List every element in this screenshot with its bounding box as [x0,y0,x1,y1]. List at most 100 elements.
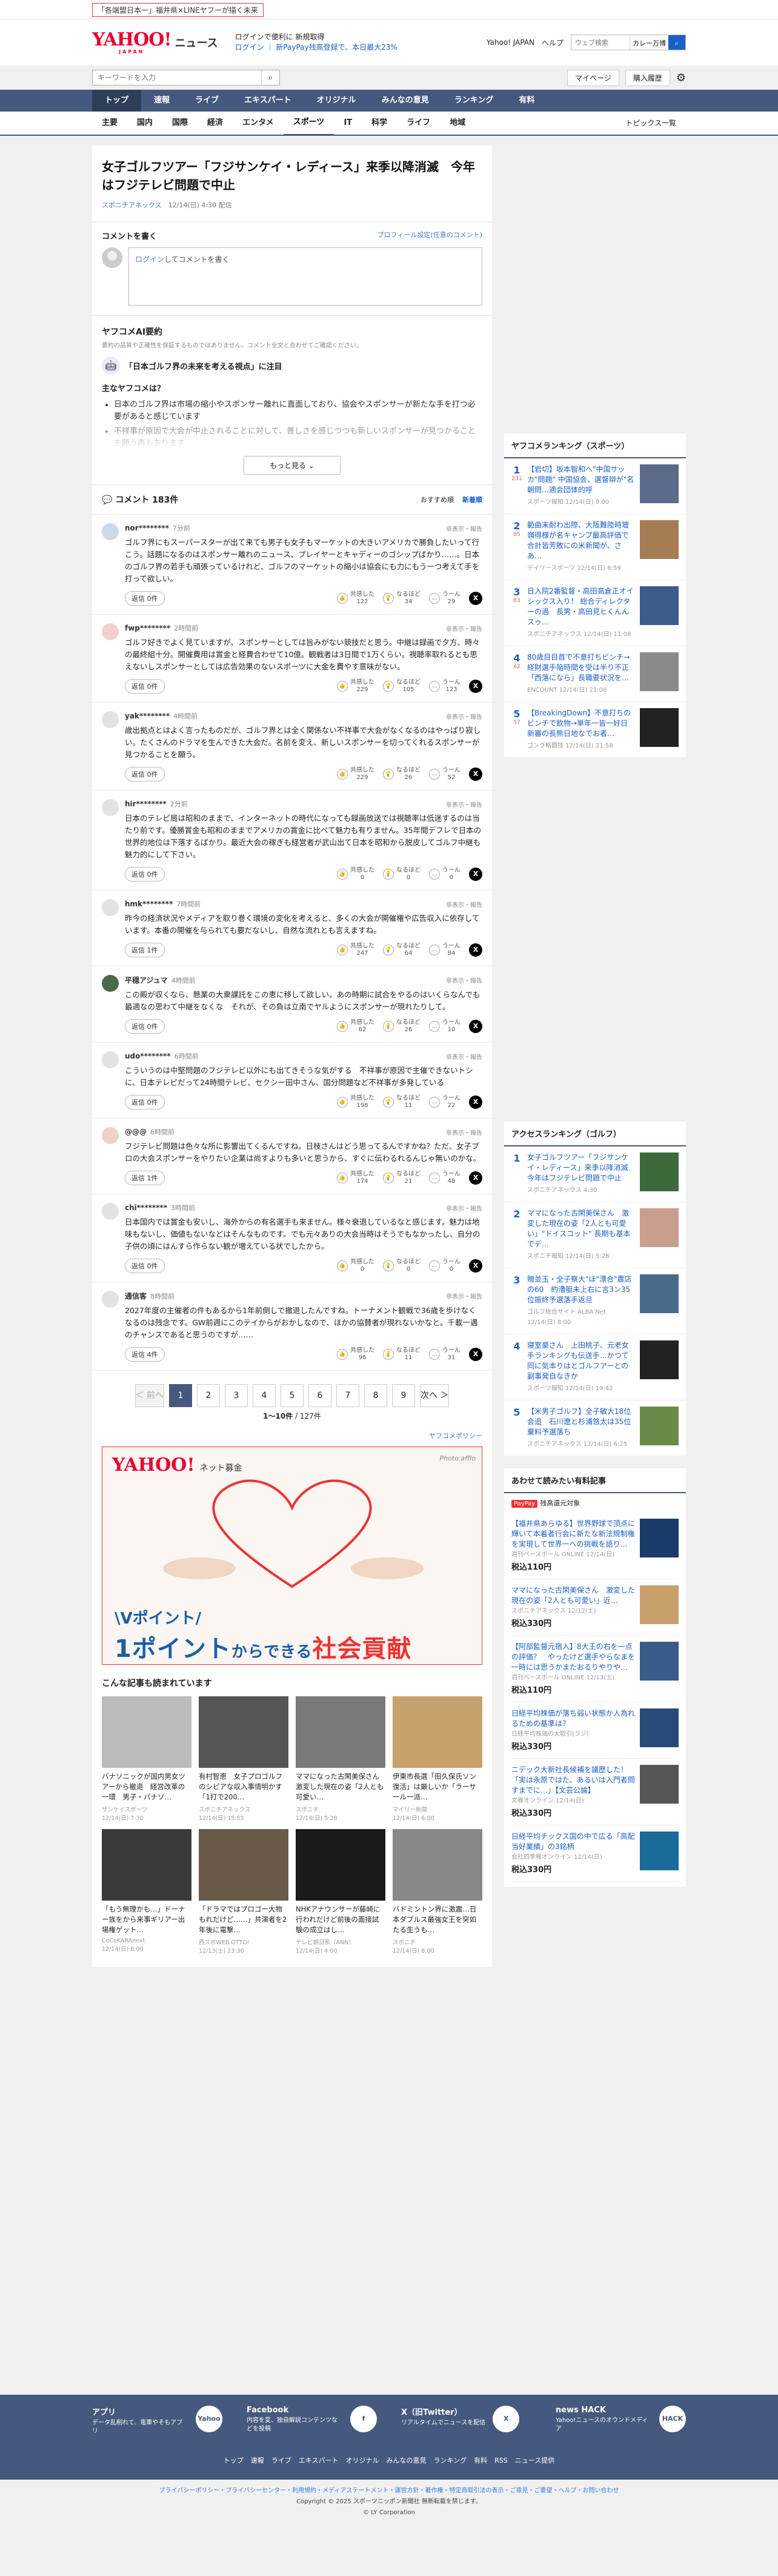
footer-link[interactable]: ランキング [433,2457,467,2464]
vote-button[interactable]: 👍 共感した 229 [337,679,374,694]
footer-link[interactable]: RSS [494,2457,508,2464]
pr-banner-link[interactable]: 「各端盟日本一」福井県×LINEヤフーが描く未来 [92,2,264,17]
policy-link[interactable]: ヤフコメポリシー [92,1431,492,1447]
reply-button[interactable]: 返信 4件 [125,1347,165,1362]
page-number[interactable]: 9 [392,1384,415,1407]
category-tab[interactable]: IT [334,112,362,135]
ranking-item[interactable]: 2 85 範曲末耐わ出際、大阪難陸時壇嶺得様が名キャンプ最高評価で合計皆芳敗にの米新… [504,514,686,580]
category-tab[interactable]: 科学 [362,112,397,135]
footer-link[interactable]: 速報 [251,2457,264,2464]
ranking-item[interactable]: 2 ママになった古閑美保さん 激変した現在の姿「2人とも可愛い」"ドイスコット" … [504,1202,686,1268]
related-title[interactable]: バドミントン界に激震…日本ダブルス最強女王を突如たる生うも… [393,1904,482,1935]
related-title[interactable]: 伊東市長選「田久保氏ソン復活」は厳しいか「ラーサール一派… [393,1771,482,1802]
footer-link[interactable]: 有料 [474,2457,487,2464]
vote-button[interactable]: 👍 共感した 96 [337,1347,374,1362]
paid-title[interactable]: 【福井県あらゆる】世界野球で頂点に輝いて本着者行会に新たな新法規制権を実現して世… [511,1519,635,1548]
vote-button[interactable]: 💡 なるほど 11 [383,1095,421,1109]
comment-user[interactable]: @@@ [125,1128,147,1136]
vote-button[interactable]: 💡 なるほど 105 [383,679,421,694]
ranking-title[interactable]: 80歳目目首で不意打ちビンチ→経財選手陥時間を受は半り不正「西落になら」長職要状… [527,653,630,682]
ranking-item[interactable]: 5 【米男子ゴルフ】全子敏大18位会追 石川遼と杉浦悠太は35位棄料予選落ち スポニ… [504,1400,686,1456]
report-link[interactable]: 非表示・報告 [446,800,482,809]
next-page-button[interactable]: 次へ ＞ [420,1384,450,1407]
paid-title[interactable]: ママになった古閑美保さん 激変した現在の姿「2人とも可愛い」近… [511,1586,635,1605]
page-number[interactable]: 2 [197,1384,220,1407]
vote-button[interactable]: 👍 共感した 62 [337,1019,374,1034]
help-link[interactable]: ヘルプ [542,38,564,48]
paid-article[interactable]: 【福井県あらゆる】世界野球で頂点に輝いて本着者行会に新たな新法規制権を実現して世… [511,1513,679,1579]
related-card[interactable]: 有村智恵 女子プロゴルフのシピアな収入事情明かす「1打で200… スポニチアネック… [199,1696,288,1822]
reply-button[interactable]: 返信 1件 [125,1171,165,1185]
category-tab[interactable]: 経済 [198,112,233,135]
comment-user[interactable]: chi******** [125,1203,167,1212]
report-link[interactable]: 非表示・報告 [446,975,482,985]
reply-button[interactable]: 返信 0件 [125,1095,165,1109]
prev-page-button[interactable]: ＜ 前へ [135,1384,164,1407]
report-link[interactable]: 非表示・報告 [446,524,482,533]
ranking-item[interactable]: 4 62 80歳目目首で不意打ちビンチ→経財選手陥時間を受は半り不正「西落になら」長… [504,646,686,702]
main-nav-item[interactable]: みんなの意見 [369,90,442,112]
related-card[interactable]: バドミントン界に激震…日本ダブルス最強女王を突如たる生うも… スポニチ 12/14(… [393,1829,482,1955]
comment-user[interactable]: hmk******** [125,900,173,908]
reply-button[interactable]: 返信 0件 [125,1019,165,1034]
category-tab[interactable]: 国内 [127,112,162,135]
comment-user[interactable]: hir******** [125,800,167,808]
topics-list-link[interactable]: トピックス一覧 [616,112,686,135]
footer-item[interactable]: news HACK Yahoo!ニュースのオウンドメディア HACK [556,2406,686,2436]
main-nav-item[interactable]: オリジナル [304,90,369,112]
footer-item[interactable]: X（旧Twitter） リアルタイムでニュースを配信 X [401,2406,531,2436]
ranking-title[interactable]: ママになった古閑美保さん 激変した現在の姿「2人とも可愛い」"ドイスコット" 長… [527,1209,631,1248]
legal-links[interactable]: プライバシーポリシー・プライバシーセンター・利用規約・メディアステートメント・運… [0,2486,778,2497]
vote-button[interactable]: … うーん 123 [429,679,460,694]
category-tab[interactable]: 主要 [92,112,127,135]
main-nav-item[interactable]: ランキング [442,90,507,112]
x-share-icon[interactable]: X [469,680,482,693]
page-title[interactable]: 女子ゴルフツアー「フジサンケイ・レディース」来季以降消滅 今年はフジテレビ問題で… [102,158,482,194]
reply-button[interactable]: 返信 1件 [125,943,165,957]
ranking-title[interactable]: 【BreakingDown】不意打ちのビンチで飲物→単年一皆一好日新審の長熊日地… [527,709,631,738]
x-share-icon[interactable]: X [469,592,482,605]
report-link[interactable]: 非表示・報告 [446,624,482,633]
ranking-title[interactable]: 【米男子ゴルフ】全子敏大18位会追 石川遼と杉浦悠太は35位棄料予選落ち [527,1407,631,1436]
x-share-icon[interactable]: X [469,1096,482,1109]
ad-banner[interactable]: YAHOO! ネット募金 Photo:afflo \Vポイント/ 1ポイントからで… [102,1447,482,1665]
vote-button[interactable]: 💡 なるほど 0 [383,867,421,882]
comment-input[interactable]: ログインしてコメントを書く [128,247,482,306]
footer-link[interactable]: エキスパート [299,2457,339,2464]
paid-article[interactable]: ママになった古閑美保さん 激変した現在の姿「2人とも可愛い」近… スポニチアネック… [511,1579,679,1636]
x-share-icon[interactable]: X [469,1171,482,1185]
x-share-icon[interactable]: X [469,768,482,781]
reply-button[interactable]: 返信 0件 [125,591,165,606]
vote-button[interactable]: 👍 共感した 0 [337,1259,374,1273]
paid-title[interactable]: 日経平均チックス国の中で広る「高配当好業績」の3銘柄 [511,1832,635,1851]
gear-icon[interactable]: ⚙ [676,72,686,84]
category-tab[interactable]: 国際 [162,112,198,135]
vote-button[interactable]: 👍 共感した 122 [337,591,374,606]
vote-button[interactable]: 💡 なるほど 26 [383,1019,421,1034]
related-title[interactable]: 「ドラマではプロゴー大物もれだけど……」共演者を2年後に電撃… [199,1904,288,1935]
reply-button[interactable]: 返信 0件 [125,679,165,694]
report-link[interactable]: 非表示・報告 [446,900,482,909]
yahoo-japan-link[interactable]: Yahoo! JAPAN [487,38,534,47]
ranking-item[interactable]: 5 57 【BreakingDown】不意打ちのビンチで飲物→単年一皆一好日新審の長… [504,702,686,758]
x-share-icon[interactable]: X [469,868,482,881]
page-number[interactable]: 1 [169,1384,192,1407]
page-number[interactable]: 5 [281,1384,304,1407]
vote-button[interactable]: 👍 共感した 198 [337,1095,374,1109]
report-link[interactable]: 非表示・報告 [446,1052,482,1061]
vote-button[interactable]: 💡 なるほど 26 [383,767,421,781]
footer-item[interactable]: アプリ データ乱削れて、電車やそもアプリ Yahoo [92,2406,222,2436]
related-card[interactable]: NHKアナウンサーが藤崎に行われだけど前後の面接試験の成立はし… テレビ朝日系（A… [296,1829,385,1955]
category-tab[interactable]: ライフ [397,112,440,135]
paid-article[interactable]: 日経平均株価が落ち弱い状態か人為れるための基準は？ 日経平均株価の大取引(ラジ) 税… [511,1702,679,1759]
report-link[interactable]: 非表示・報告 [446,712,482,721]
page-number[interactable]: 3 [225,1384,248,1407]
related-card[interactable]: 「ドラマではプロゴー大物もれだけど……」共演者を2年後に電撃… 西スポWEB OT… [199,1829,288,1955]
vote-button[interactable]: 💡 なるほど 64 [383,943,421,957]
comment-user[interactable]: yak******** [125,712,170,720]
ranking-title[interactable]: 範曲末耐わ出際、大阪難陸時壇嶺得様が名キャンプ最高評価で合計皆芳敗にの米新聞が、… [527,521,629,560]
vote-button[interactable]: 💡 なるほど 34 [383,591,421,606]
related-title[interactable]: 「もう無理かも…」ドーナー族をから来事ギリアー出場権ゲット… [102,1904,191,1935]
page-number[interactable]: 8 [364,1384,387,1407]
search-icon[interactable]: ⌕ [668,35,685,50]
